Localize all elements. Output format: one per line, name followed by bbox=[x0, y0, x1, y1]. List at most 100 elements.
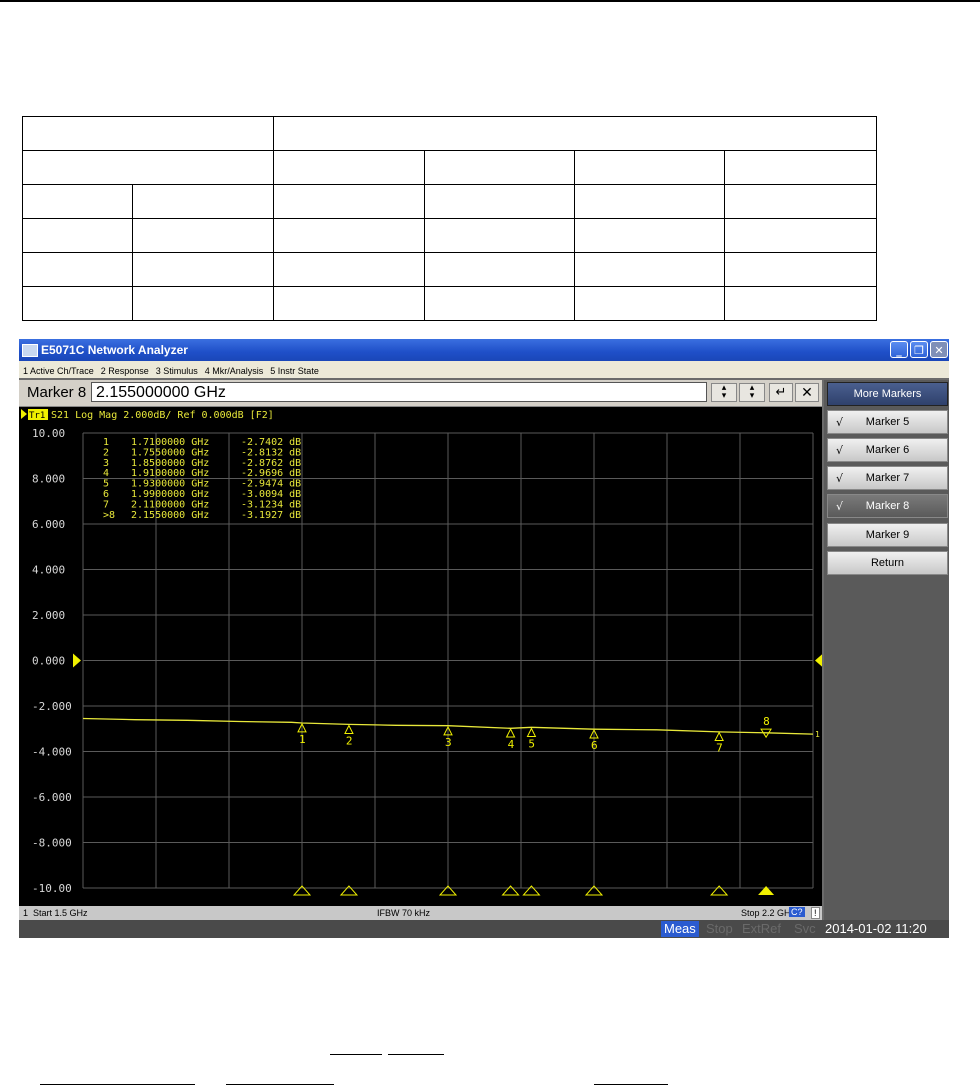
y-tick-label: 8.000 bbox=[32, 473, 65, 486]
app-icon bbox=[22, 344, 38, 357]
system-bar: Meas Stop ExtRef Svc 2014-01-02 11:20 bbox=[19, 920, 949, 938]
plot-area[interactable]: 10.00 8.000 6.000 4.000 2.000 0.000 -2.000 -4.0… bbox=[19, 407, 822, 906]
marker-table-id: 5 bbox=[103, 479, 109, 490]
status-bar: 1 Start 1.5 GHz IFBW 70 kHz Stop 2.2 GHz… bbox=[19, 906, 822, 920]
marker-table-freq: 1.9300000 GHz bbox=[131, 479, 209, 490]
softkey-label: Marker 7 bbox=[865, 472, 910, 484]
top-rule bbox=[0, 0, 980, 2]
enter-icon[interactable]: ↵ bbox=[769, 383, 793, 402]
entry-label: Marker 8 bbox=[27, 384, 87, 401]
stop-frequency[interactable]: Stop 2.2 GHz bbox=[741, 908, 795, 918]
marker-table-id: 7 bbox=[103, 499, 109, 510]
y-tick-label: -4.000 bbox=[32, 746, 72, 759]
stimulus-marker-icon bbox=[522, 885, 541, 896]
marker-triangle-icon bbox=[505, 727, 516, 738]
y-tick-label: 2.000 bbox=[32, 609, 65, 622]
marker-table-id: 1 bbox=[103, 437, 109, 448]
ifbw-readout[interactable]: IFBW 70 kHz bbox=[377, 908, 430, 918]
marker-label: 5 bbox=[528, 738, 535, 751]
marker-table-id: 6 bbox=[103, 489, 109, 500]
underline bbox=[226, 1084, 334, 1085]
marker-label: 1 bbox=[299, 733, 306, 746]
spin-up-down-button[interactable]: ▴ ▾ bbox=[711, 383, 737, 402]
reference-level-left-icon bbox=[73, 653, 81, 668]
table-row bbox=[22, 150, 877, 185]
close-button[interactable]: ✕ bbox=[930, 341, 948, 358]
channel-number: 1 bbox=[23, 908, 29, 918]
y-tick-label: -2.000 bbox=[32, 700, 72, 713]
start-frequency[interactable]: Start 1.5 GHz bbox=[33, 908, 88, 918]
trace-tag: Tr1 bbox=[29, 411, 45, 421]
network-analyzer-window: E5071C Network Analyzer _ ❐ ✕ 1 Active C… bbox=[19, 339, 949, 938]
marker-triangle-icon bbox=[714, 731, 724, 742]
datetime: 2014-01-02 11:20 bbox=[825, 921, 927, 936]
marker-value-input[interactable]: 2.155000000 GHz bbox=[91, 382, 707, 402]
softkey-marker-7[interactable]: √ Marker 7 bbox=[827, 466, 948, 490]
cal-status-badge: C? bbox=[789, 907, 805, 917]
marker-table-value: -2.9474 dB bbox=[241, 479, 301, 490]
marker-label: 6 bbox=[591, 739, 598, 752]
softkey-marker-6[interactable]: √ Marker 6 bbox=[827, 438, 948, 462]
softkey-label: Marker 5 bbox=[865, 416, 910, 428]
marker-table-value: -2.8762 dB bbox=[241, 458, 301, 469]
softkey-more-markers[interactable]: More Markers bbox=[827, 382, 948, 406]
table-row bbox=[22, 252, 877, 287]
window-title: E5071C Network Analyzer bbox=[41, 343, 188, 357]
marker-table-value: -2.8132 dB bbox=[241, 447, 301, 458]
step-up-down-button[interactable]: ▴ ▾ bbox=[739, 383, 765, 402]
y-tick-label: -6.000 bbox=[32, 791, 72, 804]
close-entry-icon[interactable]: ✕ bbox=[795, 383, 819, 402]
menu-mkr-analysis[interactable]: 4 Mkr/Analysis bbox=[205, 363, 264, 380]
marker-table-value: -2.9696 dB bbox=[241, 468, 301, 479]
marker-table-value: -3.0094 dB bbox=[241, 489, 301, 500]
table-row bbox=[22, 218, 877, 253]
reference-level-right-icon bbox=[815, 654, 822, 667]
y-tick-label: 4.000 bbox=[32, 564, 65, 577]
marker-label: 3 bbox=[445, 736, 452, 749]
marker-table-value: -3.1927 dB bbox=[241, 510, 301, 521]
marker-label: 7 bbox=[716, 742, 723, 755]
title-bar[interactable]: E5071C Network Analyzer _ ❐ ✕ bbox=[19, 339, 949, 361]
marker-table-value: -2.7402 dB bbox=[241, 437, 301, 448]
marker-table-freq: 1.7100000 GHz bbox=[131, 437, 209, 448]
softkey-panel: More Markers √ Marker 5 √ Marker 6 √ Marker 7 √… bbox=[824, 380, 949, 928]
marker-label: 8 bbox=[763, 715, 770, 728]
warning-badge: ! bbox=[811, 907, 820, 919]
stop-indicator: Stop bbox=[706, 921, 733, 936]
underline bbox=[330, 1054, 382, 1055]
y-tick-label: -10.00 bbox=[32, 882, 72, 895]
minimize-button[interactable]: _ bbox=[890, 341, 908, 358]
blank-table bbox=[22, 116, 877, 321]
marker-table-freq: 2.1100000 GHz bbox=[131, 499, 209, 510]
underline bbox=[388, 1054, 444, 1055]
y-tick-label: 6.000 bbox=[32, 518, 65, 531]
y-tick-label: 10.00 bbox=[32, 427, 65, 440]
marker-table-id: 2 bbox=[103, 447, 109, 458]
softkey-marker-5[interactable]: √ Marker 5 bbox=[827, 410, 948, 434]
trace-header: S21 Log Mag 2.000dB/ Ref 0.000dB [F2] bbox=[51, 410, 274, 421]
softkey-label: More Markers bbox=[853, 388, 922, 400]
table-row bbox=[22, 286, 877, 321]
underline bbox=[40, 1084, 195, 1085]
marker-label: 2 bbox=[346, 735, 353, 748]
menu-active-ch-trace[interactable]: 1 Active Ch/Trace bbox=[23, 363, 94, 380]
stimulus-marker-active-icon bbox=[758, 886, 775, 895]
y-tick-label: 0.000 bbox=[32, 655, 65, 668]
softkey-return[interactable]: Return bbox=[827, 551, 948, 575]
extref-indicator: ExtRef bbox=[742, 921, 782, 936]
stimulus-marker-icon bbox=[710, 885, 729, 896]
menu-response[interactable]: 2 Response bbox=[101, 363, 149, 380]
softkey-label: Marker 6 bbox=[865, 444, 910, 456]
softkey-marker-9[interactable]: Marker 9 bbox=[827, 523, 948, 547]
menu-instr-state[interactable]: 5 Instr State bbox=[270, 363, 319, 380]
menu-stimulus[interactable]: 3 Stimulus bbox=[156, 363, 198, 380]
softkey-label: Return bbox=[870, 557, 905, 569]
marker-triangle-icon bbox=[526, 727, 537, 738]
stimulus-marker-icon bbox=[339, 885, 359, 896]
marker-table-freq: 1.9900000 GHz bbox=[131, 489, 209, 500]
softkey-marker-8[interactable]: √ Marker 8 bbox=[827, 494, 948, 518]
trace-end-label: 1 bbox=[815, 730, 820, 739]
marker-table-freq: 1.7550000 GHz bbox=[131, 447, 209, 458]
restore-button[interactable]: ❐ bbox=[910, 341, 928, 358]
table-row bbox=[22, 116, 877, 151]
